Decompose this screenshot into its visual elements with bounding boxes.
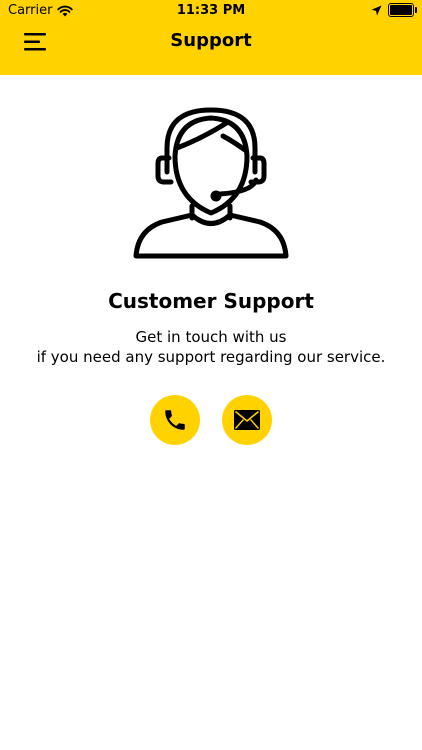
app-header: Carrier 11:33 PM Support: [0, 0, 422, 75]
status-time: 11:33 PM: [176, 3, 246, 18]
support-description-line-1: Get in touch with us: [135, 328, 287, 346]
email-support-button[interactable]: [222, 395, 272, 445]
support-description-line-2: if you need any support regarding our se…: [36, 348, 386, 366]
contact-actions: [150, 395, 272, 445]
phone-icon: [165, 410, 185, 430]
nav-bar: Support: [0, 22, 422, 62]
support-description: Get in touch with us if you need any sup…: [0, 327, 422, 367]
status-bar: Carrier 11:33 PM: [0, 0, 422, 22]
battery-icon: [388, 3, 417, 17]
location-arrow-icon: [371, 5, 382, 15]
customer-support-agent-icon: [133, 107, 289, 259]
battery-level: [390, 5, 412, 15]
call-support-button[interactable]: [150, 395, 200, 445]
support-heading: Customer Support: [108, 289, 314, 313]
page-title: Support: [170, 30, 252, 51]
status-indicators: [371, 3, 417, 17]
mail-icon: [234, 410, 260, 430]
